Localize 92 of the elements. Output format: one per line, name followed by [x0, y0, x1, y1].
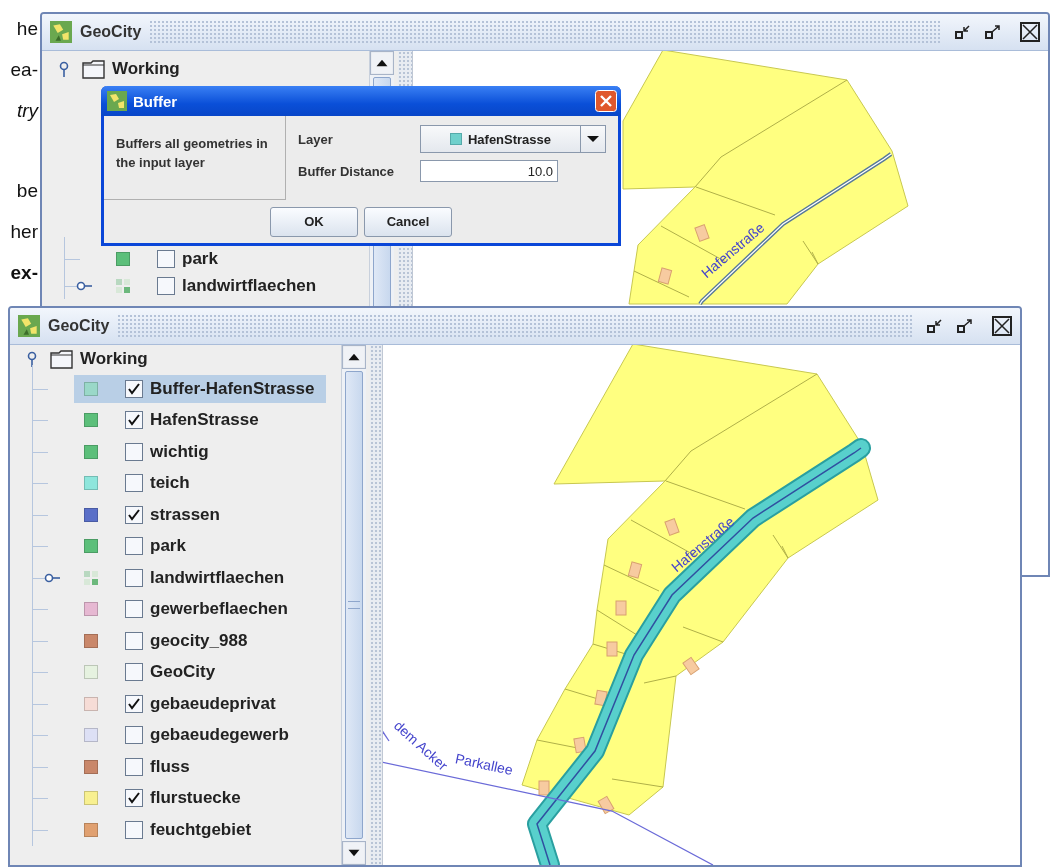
checkbox[interactable] [125, 600, 143, 619]
street-label: Parkallee [453, 750, 515, 778]
layer-row[interactable]: teich [74, 469, 326, 498]
checkbox[interactable] [125, 442, 143, 461]
minimize-button[interactable] [954, 23, 972, 41]
layer-name: strassen [150, 504, 220, 525]
ok-button[interactable]: OK [270, 206, 358, 237]
grid-icon [116, 278, 130, 293]
layer-row[interactable]: Buffer-HafenStrasse [74, 374, 326, 403]
layer-name: gewerbeflaechen [150, 599, 288, 620]
layer-name: geocity_988 [150, 630, 248, 651]
window-title: GeoCity [80, 23, 142, 41]
checkbox[interactable] [125, 379, 143, 398]
layer-row[interactable]: park [106, 244, 358, 273]
folder-icon [50, 349, 74, 369]
layer-name: wichtig [150, 441, 209, 462]
layer-name: landwirtflaechen [182, 275, 317, 296]
checkbox[interactable] [125, 411, 143, 430]
text-fragment: ex- [10, 261, 38, 285]
scroll-up-button[interactable] [370, 51, 394, 75]
description-text: Buffers all geometries in the input layer [116, 135, 269, 172]
caret-icon [587, 136, 599, 142]
layer-name: park [182, 248, 218, 269]
text-fragment: he [16, 17, 38, 41]
layer-row[interactable]: gewerbeflaechen [74, 595, 326, 624]
scrollbar[interactable] [341, 345, 366, 865]
layer-row[interactable]: park [74, 532, 326, 561]
layer-name: Buffer-HafenStrasse [150, 378, 315, 399]
layer-row[interactable]: gebaeudegewerb [74, 721, 326, 750]
checkbox[interactable] [125, 537, 143, 556]
checkbox[interactable] [125, 631, 143, 650]
checkbox[interactable] [125, 663, 143, 682]
layer-row[interactable]: landwirtflaechen [74, 563, 326, 592]
layer-row[interactable]: flurstuecke [74, 784, 326, 813]
layer-name: teich [150, 473, 190, 494]
layer-row[interactable]: GeoCity [74, 658, 326, 687]
checkbox[interactable] [125, 726, 143, 745]
layer-name: landwirtflaechen [150, 567, 285, 588]
checkbox[interactable] [125, 757, 143, 776]
dropdown-value: HafenStrasse [467, 131, 552, 147]
checkbox[interactable] [157, 249, 175, 268]
text-fragment: her [10, 220, 38, 244]
cancel-button[interactable]: Cancel [364, 206, 452, 237]
checkbox[interactable] [125, 474, 143, 493]
checkbox[interactable] [157, 276, 175, 295]
checkbox[interactable] [125, 694, 143, 713]
text-fragment: be [16, 179, 38, 203]
tree-root-label[interactable]: Working [112, 59, 180, 79]
scroll-up-button[interactable] [342, 345, 366, 369]
checkbox[interactable] [125, 568, 143, 587]
layer-name: gebaeudeprivat [150, 693, 276, 714]
layer-row[interactable]: strassen [74, 500, 326, 529]
field-label: Layer [298, 131, 334, 147]
tree-root-label[interactable]: Working [80, 349, 148, 369]
layer-row[interactable]: geocity_988 [74, 626, 326, 655]
layer-name: park [150, 536, 186, 557]
maximize-button[interactable] [956, 317, 974, 335]
app-icon [50, 21, 72, 43]
field-label: Buffer Distance [298, 163, 396, 179]
scroll-down-button[interactable] [342, 841, 366, 865]
grid-icon [84, 570, 98, 585]
layer-name: fluss [150, 756, 190, 777]
layer-name: gebaeudegewerb [150, 725, 289, 746]
layer-dropdown[interactable]: HafenStrasse [420, 125, 606, 153]
dialog-title: Buffer [133, 92, 179, 110]
checkbox[interactable] [125, 505, 143, 524]
layer-row[interactable]: fluss [74, 752, 326, 781]
checkbox[interactable] [125, 820, 143, 839]
maximize-button[interactable] [984, 23, 1002, 41]
close-button[interactable] [1020, 22, 1040, 42]
layer-row[interactable]: landwirtflaechen [106, 271, 358, 300]
minimize-button[interactable] [926, 317, 944, 335]
text-fragment: ea- [10, 58, 38, 82]
tree-handle-icon[interactable] [44, 572, 60, 583]
layer-name: HafenStrasse [150, 410, 259, 431]
window-title: GeoCity [48, 317, 110, 335]
layer-row[interactable]: wichtig [74, 437, 326, 466]
layer-name: flurstuecke [150, 788, 241, 809]
checkbox[interactable] [125, 789, 143, 808]
layer-name: GeoCity [150, 662, 216, 683]
text-fragment: try [16, 99, 38, 123]
layer-row[interactable]: gebaeudeprivat [74, 689, 326, 718]
close-button[interactable] [992, 316, 1012, 336]
layer-name: feuchtgebiet [150, 819, 252, 840]
app-icon [18, 315, 40, 337]
distance-field[interactable]: 10.0 [420, 160, 558, 182]
layer-row[interactable]: feuchtgebiet [74, 815, 326, 844]
app-icon [107, 91, 127, 111]
folder-icon [82, 59, 106, 79]
tree-handle-icon[interactable] [76, 280, 92, 291]
layer-row[interactable]: HafenStrasse [74, 406, 326, 435]
scroll-thumb[interactable] [345, 371, 363, 839]
